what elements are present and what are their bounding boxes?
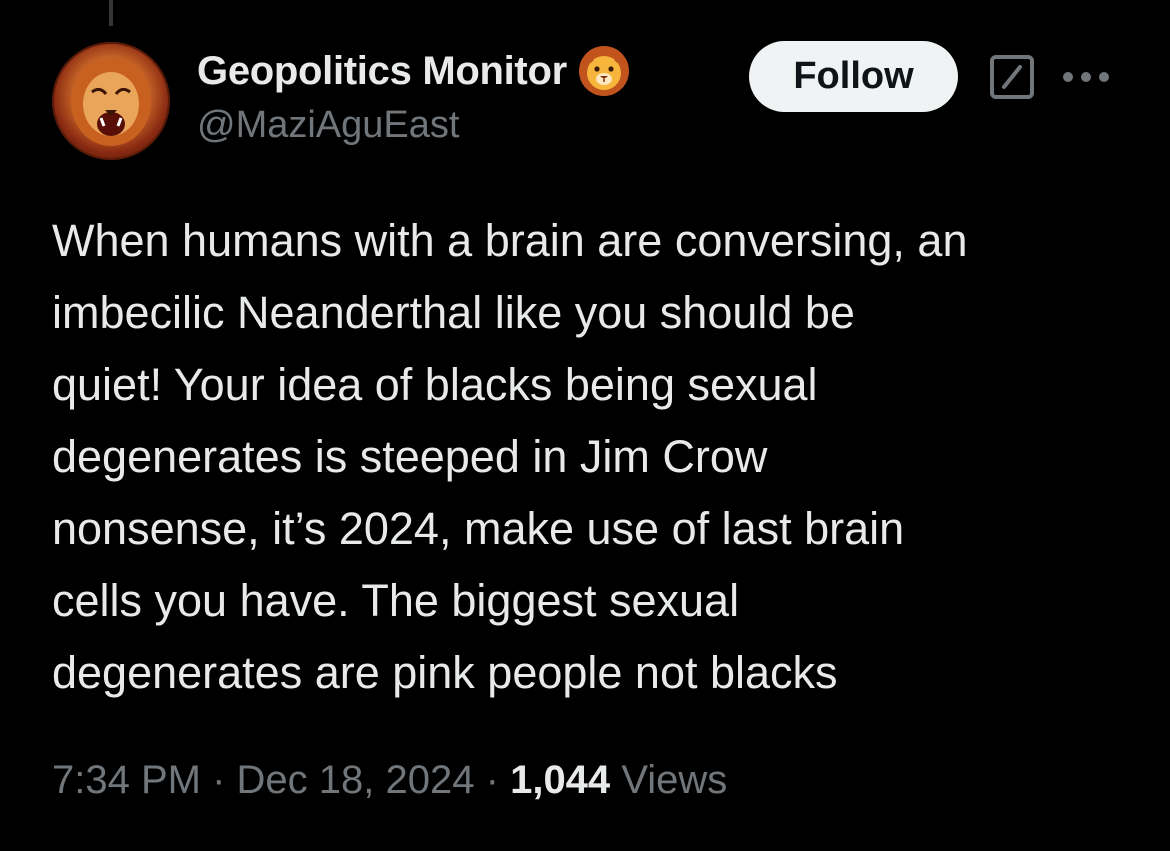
tweet-line: degenerates are pink people not blacks	[52, 647, 838, 698]
user-handle[interactable]: @MaziAguEast	[197, 104, 631, 147]
views-count: 1,044	[510, 758, 611, 802]
tweet-line: imbecilic Neanderthal like you should be	[52, 287, 855, 338]
lion-avatar-icon	[52, 42, 170, 160]
meta-separator: ·	[212, 758, 226, 802]
grok-icon[interactable]	[989, 54, 1035, 100]
tweet-time[interactable]: 7:34 PM	[52, 758, 201, 802]
more-options-icon[interactable]	[1058, 60, 1114, 94]
meta-separator: ·	[485, 758, 499, 802]
name-row: Geopolitics Monitor	[197, 46, 631, 96]
tweet-line: degenerates is steeped in Jim Crow	[52, 431, 768, 482]
tweet-line: cells you have. The biggest sexual	[52, 575, 740, 626]
tweet-line: quiet! Your idea of blacks being sexual	[52, 359, 818, 410]
tweet-line: nonsense, it’s 2024, make use of last br…	[52, 503, 905, 554]
avatar[interactable]	[52, 42, 170, 160]
tweet-date[interactable]: Dec 18, 2024	[237, 758, 475, 802]
lion-emoji-icon	[577, 44, 631, 98]
tweet-text: When humans with a brain are conversing,…	[52, 205, 1142, 709]
thread-connector-line	[109, 0, 113, 26]
follow-button[interactable]: Follow	[749, 41, 958, 112]
tweet-line: When humans with a brain are conversing,…	[52, 215, 968, 266]
author-block: Geopolitics Monitor @MaziAguEast	[197, 46, 631, 147]
tweet-meta: 7:34 PM · Dec 18, 2024 · 1,044 Views	[52, 758, 727, 803]
views-label: Views	[621, 758, 728, 802]
display-name[interactable]: Geopolitics Monitor	[197, 49, 567, 94]
